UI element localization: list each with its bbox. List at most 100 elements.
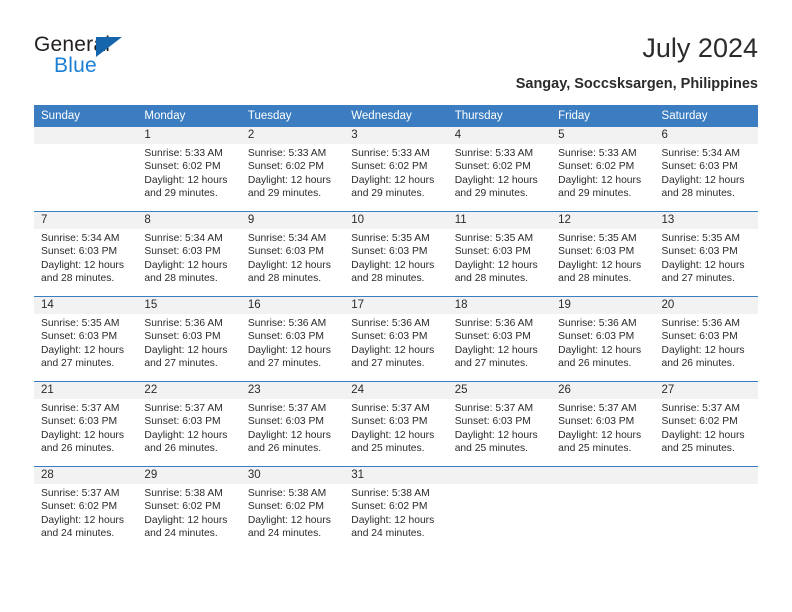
sunrise-time: Sunrise: 5:37 AM [247, 403, 327, 414]
daylight-duration-line2: and 25 minutes. [454, 443, 528, 455]
sunset-time: Sunset: 6:03 PM [41, 331, 118, 343]
daylight-duration-line2: and 24 minutes. [144, 528, 218, 540]
calendar-day-cell[interactable]: 5 Sunrise: 5:33 AM Sunset: 6:02 PM Daylight… [551, 127, 655, 212]
day-cell-content [34, 127, 138, 211]
daylight-duration-line1: Daylight: 12 hours [41, 259, 124, 271]
sunset-time: Sunset: 6:02 PM [661, 416, 738, 428]
calendar-day-cell[interactable]: 1 Sunrise: 5:33 AM Sunset: 6:02 PM Daylight… [137, 127, 241, 212]
day-number: 3 [344, 127, 448, 144]
day-number: 18 [447, 297, 552, 314]
sunrise-time: Sunrise: 5:35 AM [661, 233, 740, 244]
calendar-day-cell[interactable]: 9 Sunrise: 5:34 AM Sunset: 6:03 PM Daylight… [240, 211, 345, 297]
sunrise-time: Sunrise: 5:37 AM [454, 403, 534, 414]
daylight-duration-line2: and 24 minutes. [247, 528, 322, 540]
sunrise-time: Sunrise: 5:38 AM [247, 488, 327, 499]
location-subtitle: Sangay, Soccsksargen, Philippines [515, 76, 758, 92]
daylight-duration-line1: Daylight: 12 hours [454, 344, 538, 356]
calendar-day-cell[interactable]: 8 Sunrise: 5:34 AM Sunset: 6:03 PM Daylight… [137, 211, 241, 297]
calendar-day-cell[interactable]: 2 Sunrise: 5:33 AM Sunset: 6:02 PM Daylight… [240, 127, 345, 212]
calendar-day-cell[interactable]: 28 Sunrise: 5:37 AM Sunset: 6:02 PM Dayligh… [34, 466, 138, 551]
sunrise-time: Sunrise: 5:37 AM [144, 403, 223, 414]
daylight-duration-line1: Daylight: 12 hours [558, 344, 642, 356]
daylight-duration-line1: Daylight: 12 hours [661, 174, 745, 186]
sunset-time: Sunset: 6:03 PM [351, 416, 428, 428]
calendar-week-row: 21 Sunrise: 5:37 AM Sunset: 6:03 PM Dayligh… [34, 381, 758, 467]
daylight-duration-line2: and 28 minutes. [661, 188, 735, 200]
day-cell-content: 30 Sunrise: 5:38 AM Sunset: 6:02 PM Dayligh… [240, 467, 345, 551]
daylight-duration-line2: and 28 minutes. [558, 273, 632, 285]
weekday-header-wednesday: Wednesday [344, 105, 448, 127]
day-details: Sunrise: 5:34 AM Sunset: 6:03 PM Daylight:… [655, 144, 758, 201]
calendar-day-cell[interactable]: 31 Sunrise: 5:38 AM Sunset: 6:02 PM Dayligh… [344, 466, 448, 551]
calendar-week-row: 28 Sunrise: 5:37 AM Sunset: 6:02 PM Dayligh… [34, 466, 758, 551]
sunset-time: Sunset: 6:03 PM [351, 246, 428, 258]
calendar-day-cell[interactable]: 3 Sunrise: 5:33 AM Sunset: 6:02 PM Daylight… [344, 127, 448, 212]
calendar-day-cell[interactable]: 15 Sunrise: 5:36 AM Sunset: 6:03 PM Dayligh… [137, 296, 241, 382]
calendar-body: 1 Sunrise: 5:33 AM Sunset: 6:02 PM Daylight… [34, 127, 758, 551]
calendar-day-cell[interactable]: 11 Sunrise: 5:35 AM Sunset: 6:03 PM Dayligh… [447, 211, 552, 297]
daylight-duration-line1: Daylight: 12 hours [351, 429, 435, 441]
calendar-day-cell[interactable]: 22 Sunrise: 5:37 AM Sunset: 6:03 PM Dayligh… [137, 381, 241, 467]
sunrise-time: Sunrise: 5:34 AM [41, 233, 120, 244]
sunrise-time: Sunrise: 5:36 AM [558, 318, 637, 329]
calendar-day-cell[interactable]: 24 Sunrise: 5:37 AM Sunset: 6:03 PM Dayligh… [344, 381, 448, 467]
day-cell-content: 7 Sunrise: 5:34 AM Sunset: 6:03 PM Daylight… [34, 212, 138, 296]
calendar-day-cell[interactable]: 23 Sunrise: 5:37 AM Sunset: 6:03 PM Dayligh… [240, 381, 345, 467]
calendar-day-cell[interactable]: 13 Sunrise: 5:35 AM Sunset: 6:03 PM Dayligh… [654, 211, 758, 297]
daylight-duration-line1: Daylight: 12 hours [144, 344, 228, 356]
day-details: Sunrise: 5:37 AM Sunset: 6:03 PM Daylight:… [137, 399, 240, 456]
calendar-day-cell[interactable]: 18 Sunrise: 5:36 AM Sunset: 6:03 PM Dayligh… [447, 296, 552, 382]
calendar-day-cell[interactable]: 30 Sunrise: 5:38 AM Sunset: 6:02 PM Dayligh… [240, 466, 345, 551]
calendar-day-cell[interactable]: 16 Sunrise: 5:36 AM Sunset: 6:03 PM Dayligh… [240, 296, 345, 382]
page-title: July 2024 [642, 33, 758, 63]
day-number: 31 [344, 467, 448, 484]
calendar-day-cell[interactable]: 14 Sunrise: 5:35 AM Sunset: 6:03 PM Dayligh… [34, 296, 138, 382]
daylight-duration-line1: Daylight: 12 hours [558, 174, 642, 186]
calendar-day-cell[interactable]: 19 Sunrise: 5:36 AM Sunset: 6:03 PM Dayligh… [551, 296, 655, 382]
sunrise-time: Sunrise: 5:37 AM [351, 403, 430, 414]
calendar-day-cell[interactable]: 29 Sunrise: 5:38 AM Sunset: 6:02 PM Dayligh… [137, 466, 241, 551]
day-number: 19 [551, 297, 655, 314]
calendar-day-cell[interactable]: 4 Sunrise: 5:33 AM Sunset: 6:02 PM Daylight… [447, 127, 552, 212]
day-cell-content: 29 Sunrise: 5:38 AM Sunset: 6:02 PM Dayligh… [137, 467, 241, 551]
day-cell-content [654, 467, 758, 551]
day-number: 11 [447, 212, 552, 229]
daylight-duration-line2: and 28 minutes. [144, 273, 218, 285]
sunrise-time: Sunrise: 5:33 AM [558, 148, 637, 159]
daylight-duration-line1: Daylight: 12 hours [247, 344, 331, 356]
daylight-duration-line2: and 29 minutes. [454, 188, 528, 200]
brand-logo[interactable]: General Blue [34, 33, 214, 79]
calendar-day-cell[interactable]: 12 Sunrise: 5:35 AM Sunset: 6:03 PM Dayligh… [551, 211, 655, 297]
calendar-day-cell[interactable]: 10 Sunrise: 5:35 AM Sunset: 6:03 PM Dayligh… [344, 211, 448, 297]
daylight-duration-line2: and 29 minutes. [558, 188, 632, 200]
calendar-day-cell[interactable]: 27 Sunrise: 5:37 AM Sunset: 6:02 PM Dayligh… [654, 381, 758, 467]
calendar-day-cell[interactable]: 6 Sunrise: 5:34 AM Sunset: 6:03 PM Daylight… [654, 127, 758, 212]
sunset-time: Sunset: 6:03 PM [558, 331, 635, 343]
sunrise-time: Sunrise: 5:37 AM [558, 403, 637, 414]
calendar-day-cell[interactable]: 26 Sunrise: 5:37 AM Sunset: 6:03 PM Dayligh… [551, 381, 655, 467]
day-cell-content: 6 Sunrise: 5:34 AM Sunset: 6:03 PM Daylight… [654, 127, 758, 211]
sunset-time: Sunset: 6:02 PM [558, 161, 635, 173]
day-number: 4 [447, 127, 552, 144]
calendar-day-cell-empty [654, 466, 758, 551]
day-details: Sunrise: 5:34 AM Sunset: 6:03 PM Daylight:… [34, 229, 137, 286]
sunset-time: Sunset: 6:02 PM [247, 501, 324, 513]
day-cell-content: 8 Sunrise: 5:34 AM Sunset: 6:03 PM Daylight… [137, 212, 241, 296]
calendar-day-cell[interactable]: 17 Sunrise: 5:36 AM Sunset: 6:03 PM Dayligh… [344, 296, 448, 382]
day-details: Sunrise: 5:35 AM Sunset: 6:03 PM Daylight:… [655, 229, 758, 286]
daylight-duration-line1: Daylight: 12 hours [454, 174, 538, 186]
sunrise-time: Sunrise: 5:36 AM [661, 318, 740, 329]
day-details: Sunrise: 5:33 AM Sunset: 6:02 PM Daylight:… [448, 144, 551, 201]
calendar-day-cell[interactable]: 20 Sunrise: 5:36 AM Sunset: 6:03 PM Dayligh… [654, 296, 758, 382]
sunrise-time: Sunrise: 5:34 AM [661, 148, 740, 159]
day-number: 14 [34, 297, 138, 314]
sunrise-time: Sunrise: 5:36 AM [351, 318, 430, 329]
day-number: 17 [344, 297, 448, 314]
day-details: Sunrise: 5:37 AM Sunset: 6:03 PM Daylight:… [241, 399, 344, 456]
sunrise-time: Sunrise: 5:33 AM [247, 148, 327, 159]
sunset-time: Sunset: 6:02 PM [247, 161, 324, 173]
calendar-day-cell[interactable]: 7 Sunrise: 5:34 AM Sunset: 6:03 PM Daylight… [34, 211, 138, 297]
sunrise-time: Sunrise: 5:35 AM [41, 318, 120, 329]
calendar-day-cell[interactable]: 25 Sunrise: 5:37 AM Sunset: 6:03 PM Dayligh… [447, 381, 552, 467]
calendar-day-cell[interactable]: 21 Sunrise: 5:37 AM Sunset: 6:03 PM Dayligh… [34, 381, 138, 467]
